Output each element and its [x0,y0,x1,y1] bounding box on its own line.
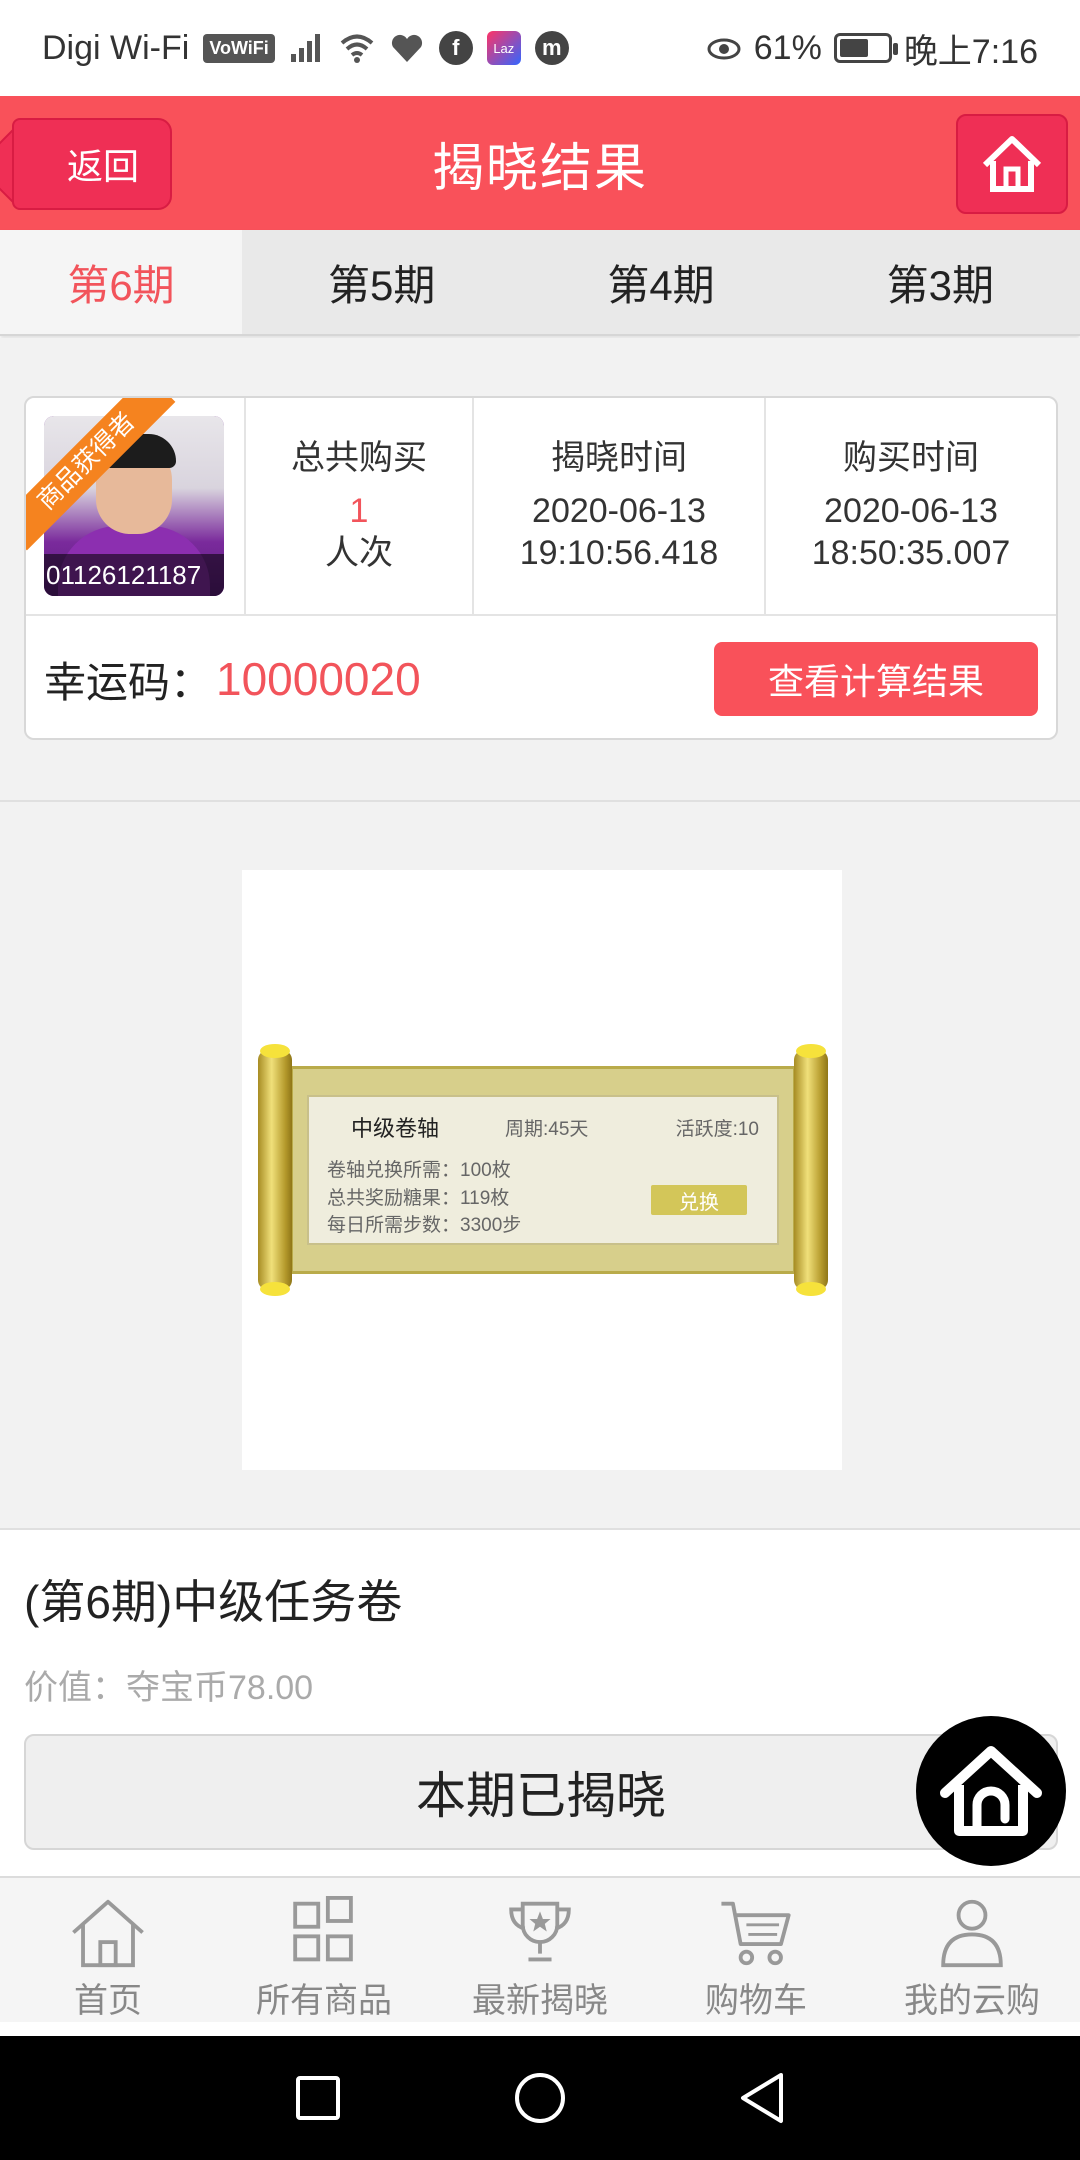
total-buy-count: 1 [349,491,369,530]
scroll-title: 中级卷轴 [351,1116,440,1141]
nav-home-label: 首页 [74,1982,142,2020]
reveal-time-cell: 揭晓时间 2020-06-13 19:10:56.418 [474,398,766,614]
total-buy-unit: 人次 [325,534,393,573]
nav-my-account-label: 我的云购 [904,1982,1040,2020]
battery-percent: 61% [753,28,822,67]
recent-apps-icon[interactable] [293,2073,343,2123]
back-triangle-icon[interactable] [737,2071,787,2125]
page-title: 揭晓结果 [431,139,648,198]
lucky-code: 10000020 [216,653,421,705]
header-home-button[interactable] [956,114,1068,214]
trophy-icon [509,1901,571,1962]
tab-period-6[interactable]: 第6期 [0,230,242,334]
home-circle-icon[interactable] [513,2071,567,2125]
nav-cart[interactable]: 购物车 [648,1878,864,2022]
winner-user-id: 01126121187 [44,554,224,596]
nav-all-products[interactable]: 所有商品 [216,1878,432,2022]
vowifi-badge: VoWiFi [203,33,275,63]
scroll-rod-right [794,1044,828,1296]
lucky-code-label: 幸运码： [44,658,213,706]
period-tabs: 第6期 第5期 第4期 第3期 [0,230,1080,336]
battery-level [839,39,868,57]
nav-home[interactable]: 首页 [0,1878,216,2022]
winner-avatar-cell: 商品获得者 01126121187 [26,398,246,614]
product-value: 价值：夺宝币78.00 [24,1669,314,1707]
heart-icon [391,34,422,62]
purchase-time-cell: 购买时间 2020-06-13 18:50:35.007 [766,398,1056,614]
wifi-icon [340,34,374,63]
total-buy-label: 总共购买 [291,439,427,478]
grid-icon [293,1896,353,1962]
lazada-icon: Laz [486,31,521,65]
floating-home-button[interactable] [916,1716,1066,1866]
purchase-time: 18:50:35.007 [811,534,1011,573]
tab-period-5[interactable]: 第5期 [242,230,521,334]
home-icon [982,136,1042,192]
period-revealed-button[interactable]: 本期已揭晓 [24,1734,1058,1850]
bottom-nav: 首页 所有商品 最新揭晓 购物车 我的云购 [0,1876,1080,2022]
nav-latest-reveal[interactable]: 最新揭晓 [432,1878,648,2022]
battery-icon [833,33,898,63]
winner-info-row: 商品获得者 01126121187 总共购买 1 人次 揭晓时间 2020-06… [26,398,1056,616]
reveal-date: 2020-06-13 [532,491,706,530]
tab-period-4[interactable]: 第4期 [521,230,800,334]
back-label: 返回 [66,146,139,187]
home-icon [72,1899,144,1968]
reveal-time: 19:10:56.418 [519,534,719,573]
purchase-date: 2020-06-13 [824,491,998,530]
scroll-line-3: 每日所需步数：3300步 [327,1215,522,1237]
lucky-code-row: 幸运码： 10000020 查看计算结果 [26,618,1056,738]
cart-icon [721,1901,791,1966]
scroll-line-1: 卷轴兑换所需：100枚 [327,1160,511,1181]
m-app-icon: m [534,31,569,65]
scroll-graphic: 中级卷轴 周期:45天 活跃度:10 卷轴兑换所需：100枚 总共奖励糖果：11… [258,1044,828,1296]
facebook-icon: f [438,31,473,65]
clock: 晚上7:16 [903,32,1038,71]
system-nav-bar [0,2036,1080,2160]
reveal-time-label: 揭晓时间 [551,439,687,478]
scroll-exchange-badge: 兑换 [651,1185,747,1215]
scroll-rod-left [258,1044,292,1296]
user-icon [941,1899,1003,1968]
total-buy-cell: 总共购买 1 人次 [246,398,474,614]
scroll-paper: 中级卷轴 周期:45天 活跃度:10 卷轴兑换所需：100枚 总共奖励糖果：11… [290,1066,796,1274]
winner-card: 商品获得者 01126121187 总共购买 1 人次 揭晓时间 2020-06… [24,396,1058,740]
nav-my-account[interactable]: 我的云购 [864,1878,1080,2022]
scroll-cycle: 周期:45天 [505,1118,589,1140]
back-button[interactable]: 返回 [12,118,172,210]
scroll-activity: 活跃度:10 [675,1118,759,1140]
carrier-label: Digi Wi-Fi [42,28,190,67]
nav-cart-label: 购物车 [705,1982,807,2020]
home-icon [940,1746,1042,1836]
view-calculation-button[interactable]: 查看计算结果 [714,642,1038,716]
tab-period-3[interactable]: 第3期 [801,230,1080,334]
header-bar: 返回 揭晓结果 [0,96,1080,230]
eye-icon [707,38,741,60]
nav-latest-reveal-label: 最新揭晓 [472,1982,608,2020]
purchase-time-label: 购买时间 [843,439,979,478]
status-bar: Digi Wi-Fi VoWiFi f Laz m 61% 晚上7:16 [0,0,1080,96]
signal-icon [290,34,320,62]
nav-all-products-label: 所有商品 [256,1982,392,2020]
product-title: (第6期)中级任务卷 [24,1576,403,1628]
